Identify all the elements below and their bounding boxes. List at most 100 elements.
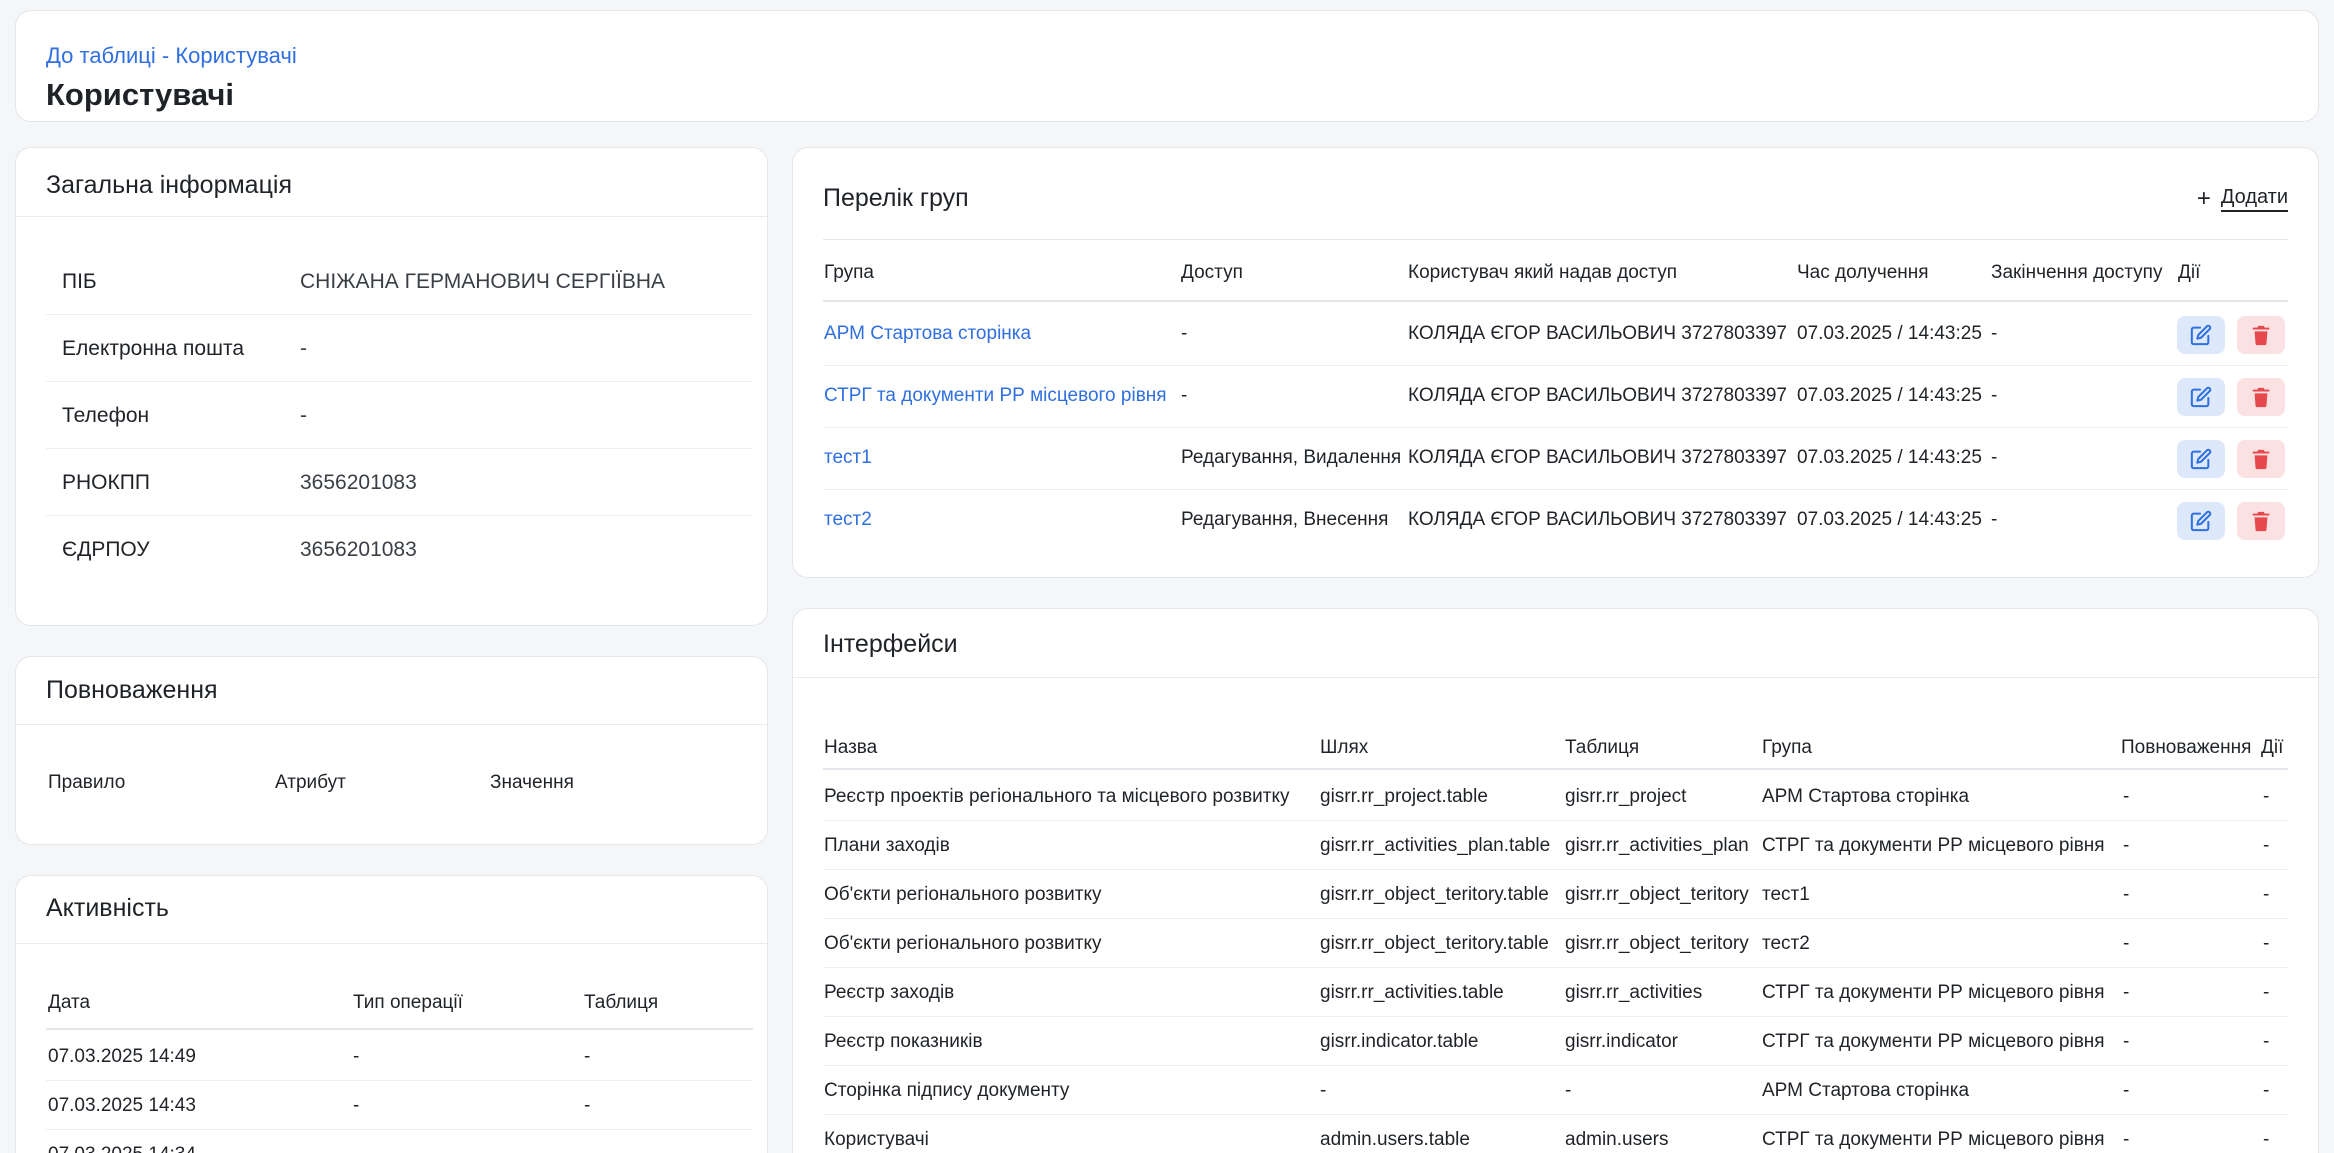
add-group-button[interactable]: + Додати bbox=[2197, 186, 2288, 212]
group-granted-by: КОЛЯДА ЄГОР ВАСИЛЬОВИЧ 3727803397 bbox=[1408, 509, 1787, 530]
group-access: Редагування, Видалення bbox=[1181, 447, 1402, 468]
interfaces-table-header: Назва Шлях Таблиця Група Повноваження Ді… bbox=[823, 726, 2288, 770]
interface-name: Реєстр проектів регіонального та місцево… bbox=[824, 786, 1290, 807]
permissions-title: Повноваження bbox=[46, 676, 218, 704]
activity-operation: - bbox=[353, 1144, 359, 1153]
interface-name: Сторінка підпису документу bbox=[824, 1080, 1070, 1101]
interface-name: Реєстр заходів bbox=[824, 982, 955, 1003]
interface-table: gisrr.rr_activities_plan bbox=[1565, 835, 1749, 856]
interface-actions: - bbox=[2263, 1031, 2270, 1052]
column-header-group: Група bbox=[824, 262, 874, 283]
pencil-square-icon bbox=[2190, 510, 2212, 532]
interface-path: gisrr.rr_project.table bbox=[1320, 786, 1488, 807]
interface-path: admin.users.table bbox=[1320, 1129, 1470, 1150]
column-header-value: Значення bbox=[490, 772, 574, 793]
info-row-rnokpp: РНОКПП 3656201083 bbox=[46, 449, 753, 516]
activity-date: 07.03.2025 14:43 bbox=[48, 1095, 196, 1116]
delete-button[interactable] bbox=[2237, 502, 2285, 540]
column-header-table: Таблиця bbox=[584, 992, 659, 1013]
trash-icon bbox=[2252, 387, 2270, 408]
delete-button[interactable] bbox=[2237, 440, 2285, 478]
group-granted-by: КОЛЯДА ЄГОР ВАСИЛЬОВИЧ 3727803397 bbox=[1408, 385, 1787, 406]
delete-button[interactable] bbox=[2237, 316, 2285, 354]
trash-icon bbox=[2252, 325, 2270, 346]
interface-name: Об'єкти регіонального розвитку bbox=[824, 933, 1102, 954]
activity-table: - bbox=[584, 1046, 591, 1067]
interface-table: gisrr.indicator bbox=[1565, 1031, 1678, 1052]
activity-table-header: Дата Тип операції Таблиця bbox=[46, 992, 753, 1030]
column-header-table: Таблиця bbox=[1565, 737, 1640, 758]
interface-name: Користувачі bbox=[824, 1129, 929, 1150]
info-row-edrpou: ЄДРПОУ 3656201083 bbox=[46, 516, 753, 583]
table-row: Реєстр заходів gisrr.rr_activities.table… bbox=[823, 968, 2288, 1017]
group-access-end: - bbox=[1991, 447, 1998, 468]
pencil-square-icon bbox=[2190, 448, 2212, 470]
interface-actions: - bbox=[2263, 1080, 2270, 1101]
interface-permissions: - bbox=[2123, 884, 2130, 905]
interface-actions: - bbox=[2263, 786, 2270, 807]
activity-card: Активність Дата Тип операції Таблиця 07.… bbox=[15, 875, 768, 1153]
column-header-group: Група bbox=[1762, 737, 1812, 758]
interface-name: Плани заходів bbox=[824, 835, 950, 856]
group-access-end: - bbox=[1991, 509, 1998, 530]
table-row: Користувачі admin.users.table admin.user… bbox=[823, 1115, 2288, 1153]
interface-permissions: - bbox=[2123, 1080, 2130, 1101]
groups-card: Перелік груп + Додати Група Доступ Корис… bbox=[792, 147, 2319, 578]
group-granted-by: КОЛЯДА ЄГОР ВАСИЛЬОВИЧ 3727803397 bbox=[1408, 447, 1787, 468]
info-row-name: ПІБ СНІЖАНА ГЕРМАНОВИЧ СЕРГІЇВНА bbox=[46, 248, 753, 315]
column-header-joined-time: Час долучення bbox=[1797, 262, 1929, 283]
group-joined-time: 07.03.2025 / 14:43:25 bbox=[1797, 509, 1982, 530]
table-row: тест2 Редагування, Внесення КОЛЯДА ЄГОР … bbox=[823, 490, 2288, 552]
interface-actions: - bbox=[2263, 835, 2270, 856]
column-header-rule: Правило bbox=[48, 772, 126, 793]
divider bbox=[16, 216, 767, 217]
interface-actions: - bbox=[2263, 884, 2270, 905]
activity-table: - bbox=[584, 1095, 591, 1116]
group-link[interactable]: тест2 bbox=[824, 509, 872, 531]
interface-path: gisrr.rr_activities.table bbox=[1320, 982, 1504, 1003]
interface-actions: - bbox=[2263, 933, 2270, 954]
table-row: Сторінка підпису документу - - АРМ Старт… bbox=[823, 1066, 2288, 1115]
column-header-date: Дата bbox=[48, 992, 91, 1013]
column-header-granted-by: Користувач який надав доступ bbox=[1408, 262, 1677, 283]
trash-icon bbox=[2252, 449, 2270, 470]
column-header-operation-type: Тип операції bbox=[353, 992, 463, 1013]
info-value: - bbox=[300, 404, 307, 427]
group-access: Редагування, Внесення bbox=[1181, 509, 1389, 530]
info-row-email: Електронна пошта - bbox=[46, 315, 753, 382]
interfaces-card: Інтерфейси Назва Шлях Таблиця Група Повн… bbox=[792, 608, 2319, 1153]
pencil-square-icon bbox=[2190, 324, 2212, 346]
interface-group: СТРГ та документи РР місцевого рівня bbox=[1762, 982, 2105, 1003]
activity-operation: - bbox=[353, 1095, 360, 1116]
group-joined-time: 07.03.2025 / 14:43:25 bbox=[1797, 385, 1982, 406]
general-info-title: Загальна інформація bbox=[46, 171, 292, 199]
interface-group: АРМ Стартова сторінка bbox=[1762, 1080, 1970, 1101]
info-label: Електронна пошта bbox=[62, 337, 245, 360]
groups-title: Перелік груп bbox=[823, 184, 969, 212]
activity-table: - bbox=[584, 1144, 590, 1153]
table-row: тест1 Редагування, Видалення КОЛЯДА ЄГОР… bbox=[823, 428, 2288, 490]
info-label: РНОКПП bbox=[62, 471, 150, 494]
column-header-access: Доступ bbox=[1181, 262, 1243, 283]
interfaces-title: Інтерфейси bbox=[823, 630, 958, 658]
edit-button[interactable] bbox=[2177, 378, 2225, 416]
group-link[interactable]: СТРГ та документи РР місцевого рівня bbox=[824, 385, 1167, 407]
group-access-end: - bbox=[1991, 385, 1998, 406]
edit-button[interactable] bbox=[2177, 440, 2225, 478]
delete-button[interactable] bbox=[2237, 378, 2285, 416]
edit-button[interactable] bbox=[2177, 502, 2225, 540]
general-info-card: Загальна інформація ПІБ СНІЖАНА ГЕРМАНОВ… bbox=[15, 147, 768, 626]
column-header-access-end: Закінчення доступу bbox=[1991, 262, 2163, 283]
info-label: ПІБ bbox=[62, 270, 97, 293]
group-link[interactable]: тест1 bbox=[824, 447, 872, 469]
group-link[interactable]: АРМ Стартова сторінка bbox=[824, 323, 1031, 345]
activity-date: 07.03.2025 14:49 bbox=[48, 1046, 196, 1067]
interface-permissions: - bbox=[2123, 1031, 2130, 1052]
edit-button[interactable] bbox=[2177, 316, 2225, 354]
interface-path: gisrr.rr_object_teritory.table bbox=[1320, 884, 1549, 905]
group-access: - bbox=[1181, 323, 1188, 344]
table-row: 07.03.2025 14:49 - - bbox=[46, 1032, 753, 1081]
interface-permissions: - bbox=[2123, 933, 2130, 954]
table-row: Реєстр проектів регіонального та місцево… bbox=[823, 772, 2288, 821]
breadcrumb-back-link[interactable]: До таблиці - Користувачі bbox=[46, 43, 297, 69]
